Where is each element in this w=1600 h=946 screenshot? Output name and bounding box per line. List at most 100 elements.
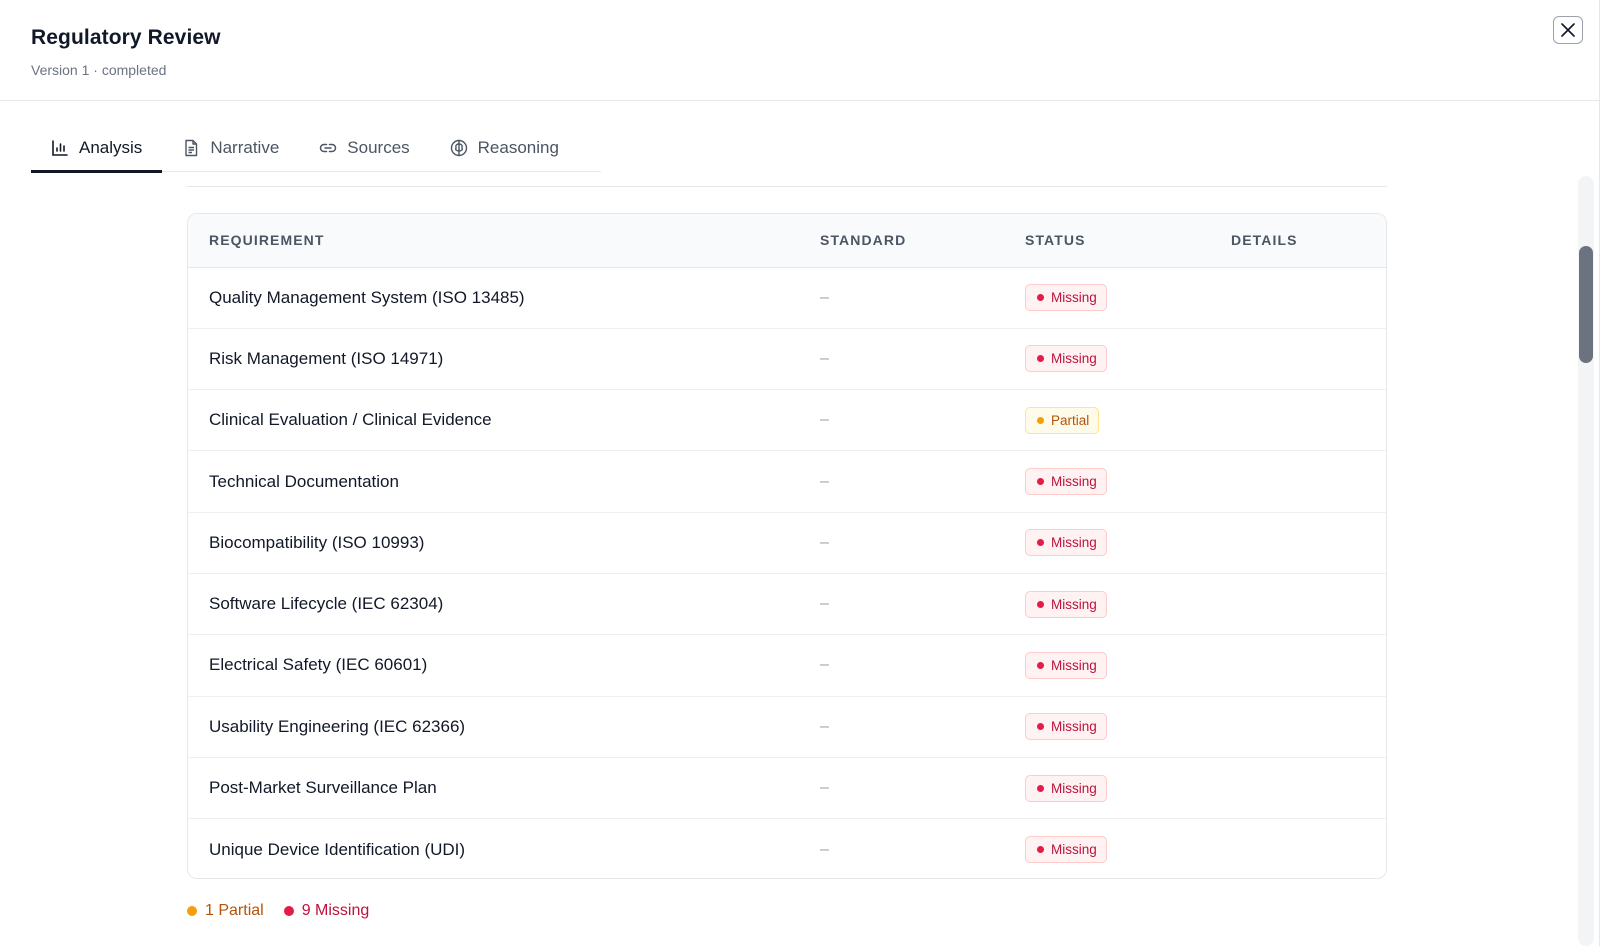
- requirement-cell: Technical Documentation: [188, 450, 799, 513]
- requirement-cell: Biocompatibility (ISO 10993): [188, 511, 799, 574]
- details-cell: [1210, 634, 1386, 697]
- regulatory-review-modal: Regulatory Review Version 1 · completed …: [0, 0, 1600, 946]
- table-row: Clinical Evaluation / Clinical Evidence …: [188, 389, 1386, 451]
- modal-subtitle: Version 1 · completed: [31, 62, 167, 78]
- status-label: Missing: [1051, 596, 1097, 612]
- modal-title: Regulatory Review: [31, 26, 221, 49]
- missing-count: 9 Missing: [283, 902, 370, 920]
- details-cell: [1210, 572, 1386, 635]
- missing-dot: [283, 906, 294, 916]
- link-icon: [320, 143, 337, 152]
- requirement-cell: Software Lifecycle (IEC 62304): [188, 572, 799, 635]
- table-row: Software Lifecycle (IEC 62304) – Missing: [188, 572, 1386, 635]
- status-cell: Missing: [1004, 756, 1210, 819]
- tab-reasoning[interactable]: Reasoning: [430, 123, 579, 172]
- standard-cell: –: [799, 756, 1004, 819]
- status-label: Missing: [1051, 842, 1097, 858]
- status-cell: Missing: [1004, 327, 1210, 390]
- status-label: Missing: [1051, 657, 1097, 673]
- details-cell: [1210, 450, 1386, 513]
- status-label: Missing: [1051, 719, 1097, 735]
- status-badge: Partial: [1025, 406, 1100, 434]
- details-cell: [1210, 389, 1386, 451]
- standard-cell: –: [799, 327, 1004, 390]
- scrollbar-thumb[interactable]: [1579, 246, 1593, 363]
- requirement-cell: Risk Management (ISO 14971): [188, 327, 799, 390]
- column-header-requirement: REQUIREMENT: [188, 214, 799, 268]
- status-badge: Missing: [1025, 774, 1107, 802]
- status-badge: Missing: [1025, 836, 1107, 864]
- status-dot: [1037, 294, 1044, 302]
- details-cell: [1210, 511, 1386, 574]
- partial-count: 1 Partial: [187, 902, 264, 920]
- table-row: Usability Engineering (IEC 62366) – Miss…: [188, 695, 1386, 758]
- section-divider: [187, 186, 1387, 187]
- standard-cell: –: [799, 695, 1004, 758]
- status-cell: Missing: [1004, 695, 1210, 758]
- standard-cell: –: [799, 572, 1004, 635]
- status-badge: Missing: [1025, 284, 1107, 312]
- close-button[interactable]: [1553, 16, 1583, 44]
- tab-label: Narrative: [210, 137, 280, 157]
- standard-cell: –: [799, 634, 1004, 697]
- requirement-cell: Post-Market Surveillance Plan: [188, 756, 799, 819]
- status-summary: 1 Partial 9 Missing: [187, 902, 369, 920]
- requirement-cell: Unique Device Identification (UDI): [188, 818, 799, 878]
- status-label: Missing: [1051, 290, 1097, 306]
- partial-count-label: 1 Partial: [205, 902, 264, 919]
- table-header-row: REQUIREMENT STANDARD STATUS DETAILS: [188, 214, 1386, 268]
- table-row: Unique Device Identification (UDI) – Mis…: [188, 818, 1386, 878]
- missing-count-label: 9 Missing: [301, 902, 370, 919]
- status-cell: Missing: [1004, 511, 1210, 574]
- status-dot: [1037, 600, 1044, 608]
- status-label: Missing: [1051, 535, 1097, 551]
- tab-label: Reasoning: [477, 137, 559, 157]
- tab-analysis[interactable]: Analysis: [31, 123, 163, 173]
- status-badge: Missing: [1025, 590, 1107, 618]
- requirement-cell: Clinical Evaluation / Clinical Evidence: [188, 389, 799, 451]
- status-badge: Missing: [1025, 651, 1107, 679]
- status-dot: [1037, 723, 1044, 731]
- status-cell: Missing: [1004, 450, 1210, 513]
- status-badge: Missing: [1025, 529, 1107, 557]
- modal-header: Regulatory Review Version 1 · completed: [0, 0, 1599, 101]
- status-dot: [1037, 846, 1044, 854]
- tab-label: Analysis: [79, 137, 143, 157]
- standard-cell: –: [799, 450, 1004, 513]
- table-row: Quality Management System (ISO 13485) – …: [188, 267, 1386, 328]
- details-cell: [1210, 267, 1386, 328]
- tab-narrative[interactable]: Narrative: [162, 123, 299, 172]
- status-label: Missing: [1051, 780, 1097, 796]
- bar-chart-icon: [52, 139, 68, 156]
- close-icon: [1561, 23, 1575, 37]
- document-icon: [185, 139, 198, 156]
- column-header-details: DETAILS: [1210, 214, 1386, 268]
- table-row: Electrical Safety (IEC 60601) – Missing: [188, 634, 1386, 697]
- status-badge: Missing: [1025, 345, 1107, 373]
- standard-cell: –: [799, 511, 1004, 574]
- standard-cell: –: [820, 288, 829, 306]
- status-cell: Partial: [1004, 389, 1210, 451]
- status-label: Missing: [1051, 474, 1097, 490]
- status-dot: [1037, 784, 1044, 792]
- details-cell: [1210, 818, 1386, 878]
- status-dot: [1037, 355, 1044, 363]
- status-dot: [1037, 478, 1044, 486]
- column-header-standard: STANDARD: [799, 214, 1004, 268]
- status-badge: Missing: [1025, 468, 1107, 496]
- requirement-cell: Usability Engineering (IEC 62366): [188, 695, 799, 758]
- requirement-cell: Quality Management System (ISO 13485): [209, 287, 525, 307]
- tab-sources[interactable]: Sources: [299, 123, 429, 172]
- requirements-table: REQUIREMENT STANDARD STATUS DETAILS Qual…: [187, 213, 1387, 879]
- status-cell: Missing: [1004, 267, 1210, 328]
- details-cell: [1210, 327, 1386, 390]
- brain-icon: [450, 139, 467, 156]
- details-cell: [1210, 695, 1386, 758]
- details-cell: [1210, 756, 1386, 819]
- status-badge: Missing: [1025, 713, 1107, 741]
- status-dot: [1037, 661, 1044, 669]
- column-header-status: STATUS: [1004, 214, 1210, 268]
- table-row: Biocompatibility (ISO 10993) – Missing: [188, 511, 1386, 574]
- standard-cell: –: [799, 389, 1004, 451]
- status-label: Missing: [1051, 351, 1097, 367]
